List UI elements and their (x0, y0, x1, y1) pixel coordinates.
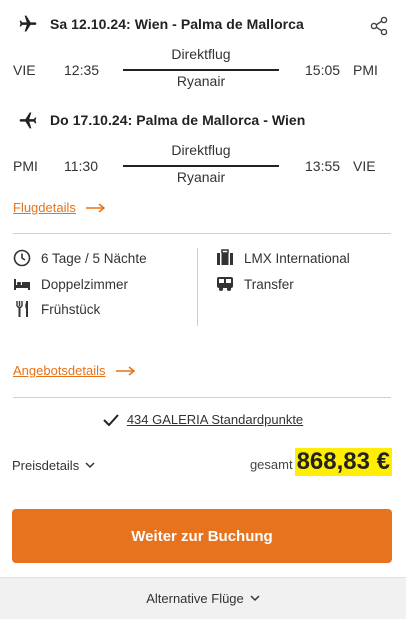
outbound-header: Sa 12.10.24: Wien - Palma de Mallorca (18, 14, 304, 34)
points-label[interactable]: 434 GALERIA Standardpunkte (127, 412, 303, 427)
plane-inbound-icon (18, 110, 38, 130)
total-price: gesamt 868,83 € (250, 448, 392, 476)
divider (13, 233, 391, 234)
divider (13, 397, 391, 398)
bed-icon (13, 275, 31, 293)
points-row: 434 GALERIA Standardpunkte (0, 412, 406, 427)
feature-room-label: Doppelzimmer (41, 276, 129, 292)
inbound-leg: PMI 11:30 Direktflug Ryanair 13:55 VIE (13, 142, 393, 192)
total-label: gesamt (249, 457, 293, 472)
arrow-right-icon (115, 365, 136, 376)
inbound-title: Do 17.10.24: Palma de Mallorca - Wien (50, 112, 306, 128)
outbound-route-line (123, 69, 279, 71)
price-details-toggle[interactable]: Preisdetails (12, 458, 95, 473)
price-amount: 868,83 € (294, 448, 392, 476)
chevron-down-icon (250, 595, 260, 602)
feature-board-label: Frühstück (41, 301, 101, 317)
share-icon[interactable] (370, 16, 388, 36)
outbound-title: Sa 12.10.24: Wien - Palma de Mallorca (50, 16, 304, 32)
outbound-airline: Ryanair (176, 73, 226, 89)
clock-icon (13, 249, 31, 267)
inbound-dep-time: 11:30 (64, 158, 98, 174)
check-icon (103, 413, 119, 426)
feature-duration: 6 Tage / 5 Nächte (13, 249, 147, 267)
feature-duration-label: 6 Tage / 5 Nächte (41, 250, 147, 266)
outbound-leg: VIE 12:35 Direktflug Ryanair 15:05 PMI (13, 46, 393, 96)
flight-details-link[interactable]: Flugdetails (13, 200, 106, 215)
cutlery-icon (13, 300, 31, 318)
continue-booking-button[interactable]: Weiter zur Buchung (12, 509, 392, 563)
outbound-from-code: VIE (13, 62, 36, 78)
inbound-arr-time: 13:55 (305, 158, 341, 174)
inbound-airline: Ryanair (176, 169, 226, 185)
inbound-to-code: VIE (353, 158, 376, 174)
plane-outbound-icon (18, 14, 38, 34)
alternative-flights-label: Alternative Flüge (146, 591, 244, 606)
bus-icon (216, 275, 234, 293)
arrow-right-icon (85, 202, 106, 213)
inbound-header: Do 17.10.24: Palma de Mallorca - Wien (18, 110, 305, 130)
inbound-from-code: PMI (13, 158, 38, 174)
outbound-dep-time: 12:35 (64, 62, 100, 78)
alternative-flights-toggle[interactable]: Alternative Flüge (0, 577, 406, 619)
feature-transfer-label: Transfer (244, 276, 294, 292)
price-details-label: Preisdetails (12, 458, 80, 473)
flight-details-label: Flugdetails (13, 200, 76, 215)
suitcase-icon (216, 249, 234, 267)
feature-operator-label: LMX International (244, 250, 350, 266)
feature-operator: LMX International (216, 249, 350, 267)
inbound-route-line (123, 165, 279, 167)
outbound-arr-time: 15:05 (305, 62, 341, 78)
inbound-flight-type: Direktflug (171, 142, 231, 158)
offer-details-label: Angebotsdetails (13, 363, 106, 378)
chevron-down-icon (85, 462, 95, 469)
outbound-to-code: PMI (353, 62, 378, 78)
offer-details-link[interactable]: Angebotsdetails (13, 363, 136, 378)
vertical-divider (197, 248, 198, 326)
feature-board: Frühstück (13, 300, 100, 318)
outbound-flight-type: Direktflug (171, 46, 231, 62)
feature-room: Doppelzimmer (13, 275, 128, 293)
feature-transfer: Transfer (216, 275, 294, 293)
